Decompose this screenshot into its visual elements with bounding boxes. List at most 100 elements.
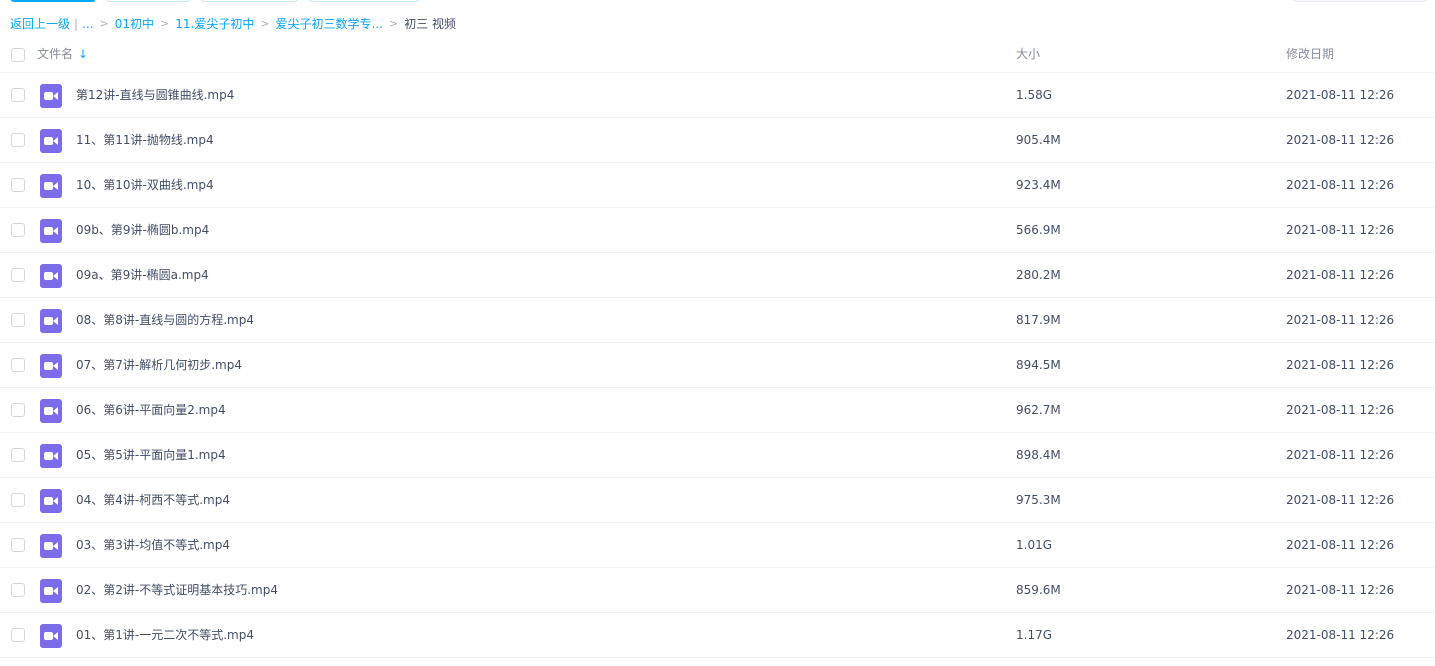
file-modified-date: 2021-08-11 12:26 — [1286, 223, 1395, 237]
row-checkbox[interactable] — [11, 223, 25, 237]
file-name[interactable]: 09a、第9讲-椭圆a.mp4 — [76, 253, 209, 298]
file-size: 905.4M — [1016, 133, 1061, 147]
table-row[interactable]: 05、第5讲-平面向量1.mp4 898.4M 2021-08-11 12:26 — [0, 433, 1435, 478]
row-checkbox[interactable] — [11, 313, 25, 327]
file-name[interactable]: 02、第2讲-不等式证明基本技巧.mp4 — [76, 568, 278, 613]
video-file-icon — [40, 354, 62, 378]
table-row[interactable]: 10、第10讲-双曲线.mp4 923.4M 2021-08-11 12:26 — [0, 163, 1435, 208]
video-file-icon — [40, 489, 62, 513]
breadcrumb-crumb-junior-high[interactable]: 01初中 — [115, 14, 154, 34]
file-name[interactable]: 05、第5讲-平面向量1.mp4 — [76, 433, 226, 478]
file-list: 第12讲-直线与圆锥曲线.mp4 1.58G 2021-08-11 12:26 11、… — [0, 73, 1435, 658]
column-header-name-label: 文件名 — [37, 47, 74, 61]
breadcrumb-crumb-math[interactable]: 爱尖子初三数学专... — [276, 14, 383, 34]
sort-down-icon[interactable]: ↓ — [78, 37, 88, 72]
breadcrumb-crumb-aijianzi[interactable]: 11.爱尖子初中 — [175, 14, 254, 34]
video-file-icon — [40, 444, 62, 468]
file-size: 859.6M — [1016, 583, 1061, 597]
breadcrumb-separator: > — [389, 17, 399, 30]
video-file-icon — [40, 84, 62, 108]
file-modified-date: 2021-08-11 12:26 — [1286, 538, 1395, 552]
video-file-icon — [40, 309, 62, 333]
upload-button[interactable] — [10, 0, 96, 2]
back-link[interactable]: 返回上一级 — [10, 14, 70, 34]
search-input[interactable] — [1285, 0, 1435, 2]
table-row[interactable]: 08、第8讲-直线与圆的方程.mp4 817.9M 2021-08-11 12:26 — [0, 298, 1435, 343]
file-name[interactable]: 01、第1讲-一元二次不等式.mp4 — [76, 613, 254, 658]
file-size: 1.58G — [1016, 88, 1053, 102]
row-checkbox[interactable] — [11, 88, 25, 102]
row-checkbox[interactable] — [11, 448, 25, 462]
file-browser-page: 返回上一级 | ... > 01初中 > 11.爱尖子初中 > 爱尖子初三数学专… — [0, 0, 1435, 666]
file-size: 566.9M — [1016, 223, 1061, 237]
file-size: 1.01G — [1016, 538, 1053, 552]
file-modified-date: 2021-08-11 12:26 — [1286, 583, 1395, 597]
file-modified-date: 2021-08-11 12:26 — [1286, 358, 1395, 372]
video-file-icon — [40, 579, 62, 603]
video-file-icon — [40, 264, 62, 288]
file-modified-date: 2021-08-11 12:26 — [1286, 268, 1395, 282]
breadcrumb-separator: > — [160, 17, 170, 30]
table-row[interactable]: 01、第1讲-一元二次不等式.mp4 1.17G 2021-08-11 12:26 — [0, 613, 1435, 658]
breadcrumb-current: 初三 视频 — [404, 17, 457, 31]
select-all-checkbox[interactable] — [11, 48, 25, 62]
row-checkbox[interactable] — [11, 268, 25, 282]
file-name[interactable]: 03、第3讲-均值不等式.mp4 — [76, 523, 230, 568]
table-row[interactable]: 11、第11讲-抛物线.mp4 905.4M 2021-08-11 12:26 — [0, 118, 1435, 163]
file-size: 817.9M — [1016, 313, 1061, 327]
table-row[interactable]: 09b、第9讲-椭圆b.mp4 566.9M 2021-08-11 12:26 — [0, 208, 1435, 253]
row-checkbox[interactable] — [11, 493, 25, 507]
offline-download-button[interactable] — [200, 0, 298, 2]
file-name[interactable]: 09b、第9讲-椭圆b.mp4 — [76, 208, 209, 253]
column-header-name[interactable]: 文件名 ↓ — [37, 37, 88, 72]
row-checkbox[interactable] — [11, 133, 25, 147]
file-name[interactable]: 10、第10讲-双曲线.mp4 — [76, 163, 214, 208]
file-modified-date: 2021-08-11 12:26 — [1286, 403, 1395, 417]
file-modified-date: 2021-08-11 12:26 — [1286, 133, 1395, 147]
breadcrumb-pipe: | — [74, 17, 79, 31]
file-modified-date: 2021-08-11 12:26 — [1286, 493, 1395, 507]
file-size: 923.4M — [1016, 178, 1061, 192]
row-checkbox[interactable] — [11, 538, 25, 552]
table-row[interactable]: 03、第3讲-均值不等式.mp4 1.01G 2021-08-11 12:26 — [0, 523, 1435, 568]
file-name[interactable]: 04、第4讲-柯西不等式.mp4 — [76, 478, 230, 523]
file-modified-date: 2021-08-11 12:26 — [1286, 628, 1395, 642]
table-row[interactable]: 04、第4讲-柯西不等式.mp4 975.3M 2021-08-11 12:26 — [0, 478, 1435, 523]
file-name[interactable]: 第12讲-直线与圆锥曲线.mp4 — [76, 73, 234, 118]
file-size: 962.7M — [1016, 403, 1061, 417]
table-row[interactable]: 06、第6讲-平面向量2.mp4 962.7M 2021-08-11 12:26 — [0, 388, 1435, 433]
table-row[interactable]: 第12讲-直线与圆锥曲线.mp4 1.58G 2021-08-11 12:26 — [0, 73, 1435, 118]
breadcrumb-separator: > — [99, 17, 109, 30]
table-row[interactable]: 07、第7讲-解析几何初步.mp4 894.5M 2021-08-11 12:26 — [0, 343, 1435, 388]
breadcrumb-separator: > — [260, 17, 270, 30]
table-row[interactable]: 09a、第9讲-椭圆a.mp4 280.2M 2021-08-11 12:26 — [0, 253, 1435, 298]
file-size: 1.17G — [1016, 628, 1053, 642]
toolbar — [10, 0, 1435, 4]
video-file-icon — [40, 399, 62, 423]
file-modified-date: 2021-08-11 12:26 — [1286, 313, 1395, 327]
video-file-icon — [40, 219, 62, 243]
column-header-size[interactable]: 大小 — [1016, 37, 1040, 72]
row-checkbox[interactable] — [11, 358, 25, 372]
file-size: 280.2M — [1016, 268, 1061, 282]
row-checkbox[interactable] — [11, 403, 25, 417]
file-name[interactable]: 07、第7讲-解析几何初步.mp4 — [76, 343, 242, 388]
table-row[interactable]: 02、第2讲-不等式证明基本技巧.mp4 859.6M 2021-08-11 12:… — [0, 568, 1435, 613]
breadcrumb-ellipsis[interactable]: ... — [82, 14, 93, 34]
row-checkbox[interactable] — [11, 178, 25, 192]
file-modified-date: 2021-08-11 12:26 — [1286, 88, 1395, 102]
file-modified-date: 2021-08-11 12:26 — [1286, 178, 1395, 192]
video-file-icon — [40, 129, 62, 153]
table-header: 文件名 ↓ 大小 修改日期 — [0, 37, 1435, 73]
more-actions-button[interactable] — [308, 0, 420, 2]
column-header-modified[interactable]: 修改日期 — [1286, 37, 1334, 72]
file-size: 894.5M — [1016, 358, 1061, 372]
file-name[interactable]: 08、第8讲-直线与圆的方程.mp4 — [76, 298, 254, 343]
file-name[interactable]: 06、第6讲-平面向量2.mp4 — [76, 388, 226, 433]
file-size: 898.4M — [1016, 448, 1061, 462]
video-file-icon — [40, 174, 62, 198]
new-folder-button[interactable] — [106, 0, 190, 2]
file-name[interactable]: 11、第11讲-抛物线.mp4 — [76, 118, 214, 163]
row-checkbox[interactable] — [11, 628, 25, 642]
row-checkbox[interactable] — [11, 583, 25, 597]
